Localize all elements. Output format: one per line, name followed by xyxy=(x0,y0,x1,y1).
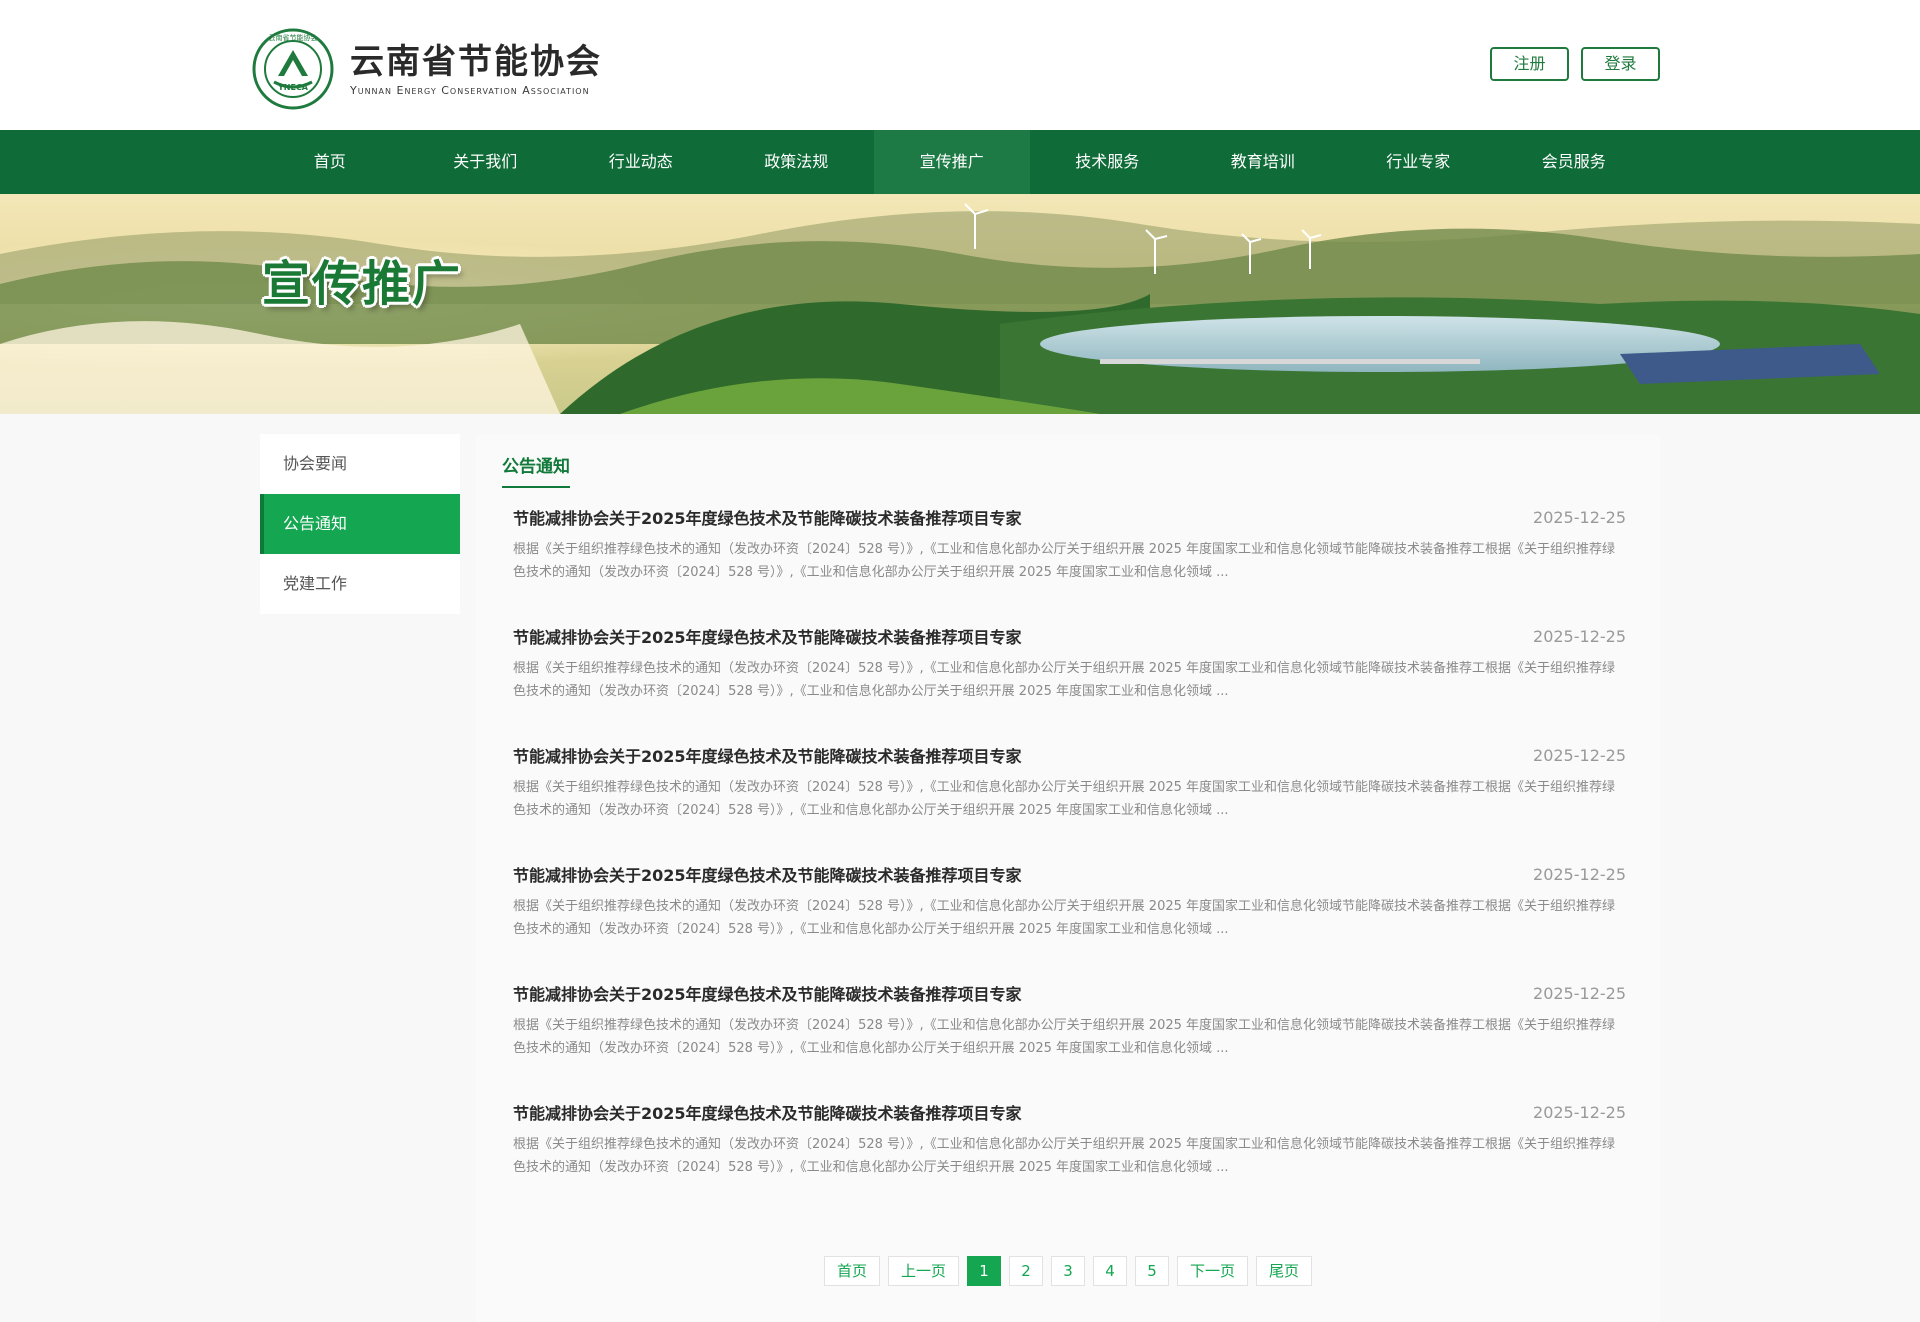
svg-text:云南省节能协会: 云南省节能协会 xyxy=(269,33,318,42)
nav-item[interactable]: 会员服务 xyxy=(1496,130,1652,194)
news-title-link[interactable]: 节能减排协会关于2025年度绿色技术及节能降碳技术装备推荐项目专家 xyxy=(513,1100,1022,1124)
news-summary: 根据《关于组织推荐绿色技术的通知（发改办环资〔2024〕528 号）》,《工业和… xyxy=(513,1018,1616,1056)
list-item[interactable]: 节能减排协会关于2025年度绿色技术及节能降碳技术装备推荐项目专家 2025-12… xyxy=(513,863,1626,982)
nav-item[interactable]: 技术服务 xyxy=(1030,130,1186,194)
sidebar-item[interactable]: 党建工作 xyxy=(260,554,460,614)
banner-title: 宣传推广 xyxy=(262,256,463,312)
list-item[interactable]: 节能减排协会关于2025年度绿色技术及节能降碳技术装备推荐项目专家 2025-12… xyxy=(513,625,1626,744)
pager-page-button[interactable]: 4 xyxy=(1093,1256,1127,1286)
nav-item[interactable]: 行业专家 xyxy=(1341,130,1497,194)
news-date: 2025-12-25 xyxy=(1533,507,1626,527)
news-title-link[interactable]: 节能减排协会关于2025年度绿色技术及节能降碳技术装备推荐项目专家 xyxy=(513,743,1022,767)
news-date: 2025-12-25 xyxy=(1533,983,1626,1003)
pager-prev-button[interactable]: 上一页 xyxy=(887,1256,959,1286)
news-date: 2025-12-25 xyxy=(1533,626,1626,646)
news-date: 2025-12-25 xyxy=(1533,864,1626,884)
list-item[interactable]: 节能减排协会关于2025年度绿色技术及节能降碳技术装备推荐项目专家 2025-12… xyxy=(513,982,1626,1101)
content-area: 协会要闻 公告通知 党建工作 公告通知 节能减排协会关于2025年度绿色技术及节能降… xyxy=(260,434,1660,1322)
list-item[interactable]: 节能减排协会关于2025年度绿色技术及节能降碳技术装备推荐项目专家 2025-12… xyxy=(513,506,1626,625)
news-summary: 根据《关于组织推荐绿色技术的通知（发改办环资〔2024〕528 号）》,《工业和… xyxy=(513,1137,1616,1175)
login-button[interactable]: 登录 xyxy=(1581,47,1660,81)
section-title: 公告通知 xyxy=(502,452,570,488)
pager-page-button[interactable]: 1 xyxy=(967,1256,1001,1286)
nav-item[interactable]: 宣传推广 xyxy=(874,130,1030,194)
site-logo[interactable]: YNECA 云南省节能协会 云南省节能协会 Yunnan Energy Cons… xyxy=(252,28,602,110)
svg-text:YNECA: YNECA xyxy=(277,83,309,92)
nav-item[interactable]: 首页 xyxy=(252,130,408,194)
news-date: 2025-12-25 xyxy=(1533,1102,1626,1122)
news-list: 节能减排协会关于2025年度绿色技术及节能降碳技术装备推荐项目专家 2025-12… xyxy=(513,506,1626,1220)
nav-item[interactable]: 教育培训 xyxy=(1185,130,1341,194)
news-summary: 根据《关于组织推荐绿色技术的通知（发改办环资〔2024〕528 号）》,《工业和… xyxy=(513,899,1616,937)
news-title-link[interactable]: 节能减排协会关于2025年度绿色技术及节能降碳技术装备推荐项目专家 xyxy=(513,505,1022,529)
site-name: 云南省节能协会 xyxy=(350,41,602,82)
nav-item[interactable]: 关于我们 xyxy=(408,130,564,194)
news-date: 2025-12-25 xyxy=(1533,745,1626,765)
list-item[interactable]: 节能减排协会关于2025年度绿色技术及节能降碳技术装备推荐项目专家 2025-12… xyxy=(513,744,1626,863)
news-title-link[interactable]: 节能减排协会关于2025年度绿色技术及节能降碳技术装备推荐项目专家 xyxy=(513,862,1022,886)
news-summary: 根据《关于组织推荐绿色技术的通知（发改办环资〔2024〕528 号）》,《工业和… xyxy=(513,542,1616,580)
main-nav: 首页 关于我们 行业动态 政策法规 宣传推广 技术服务 教育培训 行业专家 会员服务 xyxy=(0,130,1920,194)
site-header: YNECA 云南省节能协会 云南省节能协会 Yunnan Energy Cons… xyxy=(0,0,1920,130)
pager-last-button[interactable]: 尾页 xyxy=(1256,1256,1313,1286)
register-button[interactable]: 注册 xyxy=(1490,47,1569,81)
pager-page-button[interactable]: 2 xyxy=(1009,1256,1043,1286)
nav-item[interactable]: 政策法规 xyxy=(719,130,875,194)
sidebar-item[interactable]: 协会要闻 xyxy=(260,434,460,494)
pagination: 首页 上一页 12345 下一页 尾页 xyxy=(476,1256,1660,1286)
sidebar-item[interactable]: 公告通知 xyxy=(260,494,460,554)
news-summary: 根据《关于组织推荐绿色技术的通知（发改办环资〔2024〕528 号）》,《工业和… xyxy=(513,780,1616,818)
pager-page-button[interactable]: 5 xyxy=(1135,1256,1169,1286)
sidebar: 协会要闻 公告通知 党建工作 xyxy=(260,434,460,614)
pager-next-button[interactable]: 下一页 xyxy=(1177,1256,1249,1286)
page-banner: 宣传推广 xyxy=(0,194,1920,414)
site-name-en: Yunnan Energy Conservation Association xyxy=(350,83,590,97)
nav-item[interactable]: 行业动态 xyxy=(563,130,719,194)
pager-page-button[interactable]: 3 xyxy=(1051,1256,1085,1286)
association-emblem-icon: YNECA 云南省节能协会 xyxy=(252,28,334,110)
main-panel: 公告通知 节能减排协会关于2025年度绿色技术及节能降碳技术装备推荐项目专家 20… xyxy=(476,434,1660,1322)
news-summary: 根据《关于组织推荐绿色技术的通知（发改办环资〔2024〕528 号）》,《工业和… xyxy=(513,661,1616,699)
news-title-link[interactable]: 节能减排协会关于2025年度绿色技术及节能降碳技术装备推荐项目专家 xyxy=(513,624,1022,648)
pager-first-button[interactable]: 首页 xyxy=(823,1256,880,1286)
list-item[interactable]: 节能减排协会关于2025年度绿色技术及节能降碳技术装备推荐项目专家 2025-12… xyxy=(513,1101,1626,1220)
news-title-link[interactable]: 节能减排协会关于2025年度绿色技术及节能降碳技术装备推荐项目专家 xyxy=(513,981,1022,1005)
